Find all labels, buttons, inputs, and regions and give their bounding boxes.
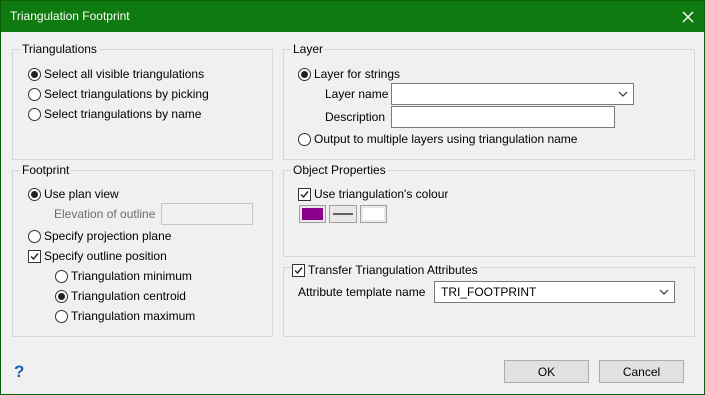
radio-indicator[interactable]	[28, 229, 41, 243]
radio-layer-for-strings[interactable]: Layer for strings	[298, 66, 400, 82]
radio-multiple-layers[interactable]: Output to multiple layers using triangul…	[298, 131, 577, 147]
radio-select-by-picking[interactable]: Select triangulations by picking	[28, 86, 209, 102]
description-input[interactable]	[391, 106, 615, 128]
checkbox-use-colour[interactable]: Use triangulation's colour	[298, 186, 448, 202]
cancel-button[interactable]: Cancel	[599, 360, 684, 383]
layer-name-combo[interactable]	[391, 83, 634, 105]
radio-label: Specify projection plane	[44, 229, 172, 243]
checkbox-label: Use triangulation's colour	[314, 187, 449, 201]
elevation-input[interactable]	[161, 203, 253, 225]
radio-indicator[interactable]	[55, 309, 68, 323]
triangulations-legend: Triangulations	[20, 42, 99, 56]
dialog-title: Triangulation Footprint	[10, 9, 130, 23]
layer-legend: Layer	[291, 42, 326, 56]
radio-label: Triangulation minimum	[71, 269, 192, 283]
help-icon[interactable]: ?	[14, 363, 24, 381]
description-label: Description	[325, 110, 386, 124]
footprint-legend: Footprint	[20, 163, 72, 177]
checkbox-indicator[interactable]	[298, 187, 311, 201]
radio-use-plan-view[interactable]: Use plan view	[28, 186, 119, 202]
checkbox-label: Specify outline position	[44, 249, 167, 263]
ok-button[interactable]: OK	[504, 360, 589, 383]
check-icon	[30, 252, 39, 260]
chevron-down-icon	[618, 91, 628, 97]
radio-indicator[interactable]	[28, 67, 41, 81]
line-style-icon	[333, 213, 353, 215]
template-name-label: Attribute template name	[298, 285, 426, 299]
radio-label: Layer for strings	[314, 67, 401, 81]
colour-swatch-button[interactable]	[299, 205, 326, 223]
close-icon	[682, 11, 694, 22]
check-icon	[294, 266, 303, 274]
line-style-button[interactable]	[329, 205, 357, 223]
checkbox-indicator[interactable]	[292, 263, 305, 277]
checkbox-transfer-attributes[interactable]: Transfer Triangulation Attributes	[292, 262, 481, 278]
object-properties-legend: Object Properties	[291, 163, 388, 177]
radio-select-all-visible[interactable]: Select all visible triangulations	[28, 66, 204, 82]
radio-indicator[interactable]	[28, 107, 41, 121]
radio-label: Select triangulations by picking	[44, 87, 209, 101]
radio-triangulation-maximum[interactable]: Triangulation maximum	[55, 308, 195, 324]
radio-label: Triangulation centroid	[71, 289, 186, 303]
checkbox-label: Transfer Triangulation Attributes	[308, 263, 478, 277]
radio-label: Output to multiple layers using triangul…	[314, 132, 578, 146]
radio-indicator[interactable]	[55, 289, 68, 303]
radio-label: Select all visible triangulations	[44, 67, 205, 81]
radio-select-by-name[interactable]: Select triangulations by name	[28, 106, 201, 122]
template-name-combo[interactable]: TRI_FOOTPRINT	[434, 281, 675, 303]
close-button[interactable]	[672, 1, 704, 32]
radio-indicator[interactable]	[28, 187, 41, 201]
radio-label: Select triangulations by name	[44, 107, 202, 121]
check-icon	[300, 190, 309, 198]
radio-indicator[interactable]	[298, 67, 311, 81]
layer-name-label: Layer name	[325, 87, 389, 101]
radio-indicator[interactable]	[298, 132, 311, 146]
radio-label: Use plan view	[44, 187, 119, 201]
radio-label: Triangulation maximum	[71, 309, 196, 323]
radio-indicator[interactable]	[55, 269, 68, 283]
checkbox-outline-position[interactable]: Specify outline position	[28, 248, 167, 264]
chevron-down-icon	[659, 289, 669, 295]
radio-triangulation-minimum[interactable]: Triangulation minimum	[55, 268, 192, 284]
pattern-button[interactable]	[360, 205, 387, 223]
checkbox-indicator[interactable]	[28, 249, 41, 263]
pattern-fill	[363, 208, 384, 220]
dialog-window: Triangulation Footprint Triangulations S…	[0, 0, 705, 395]
radio-indicator[interactable]	[28, 87, 41, 101]
template-name-value: TRI_FOOTPRINT	[441, 285, 537, 299]
elevation-label: Elevation of outline	[54, 207, 156, 221]
colour-fill	[302, 208, 323, 220]
radio-projection-plane[interactable]: Specify projection plane	[28, 228, 171, 244]
title-bar: Triangulation Footprint	[1, 1, 704, 32]
radio-triangulation-centroid[interactable]: Triangulation centroid	[55, 288, 186, 304]
